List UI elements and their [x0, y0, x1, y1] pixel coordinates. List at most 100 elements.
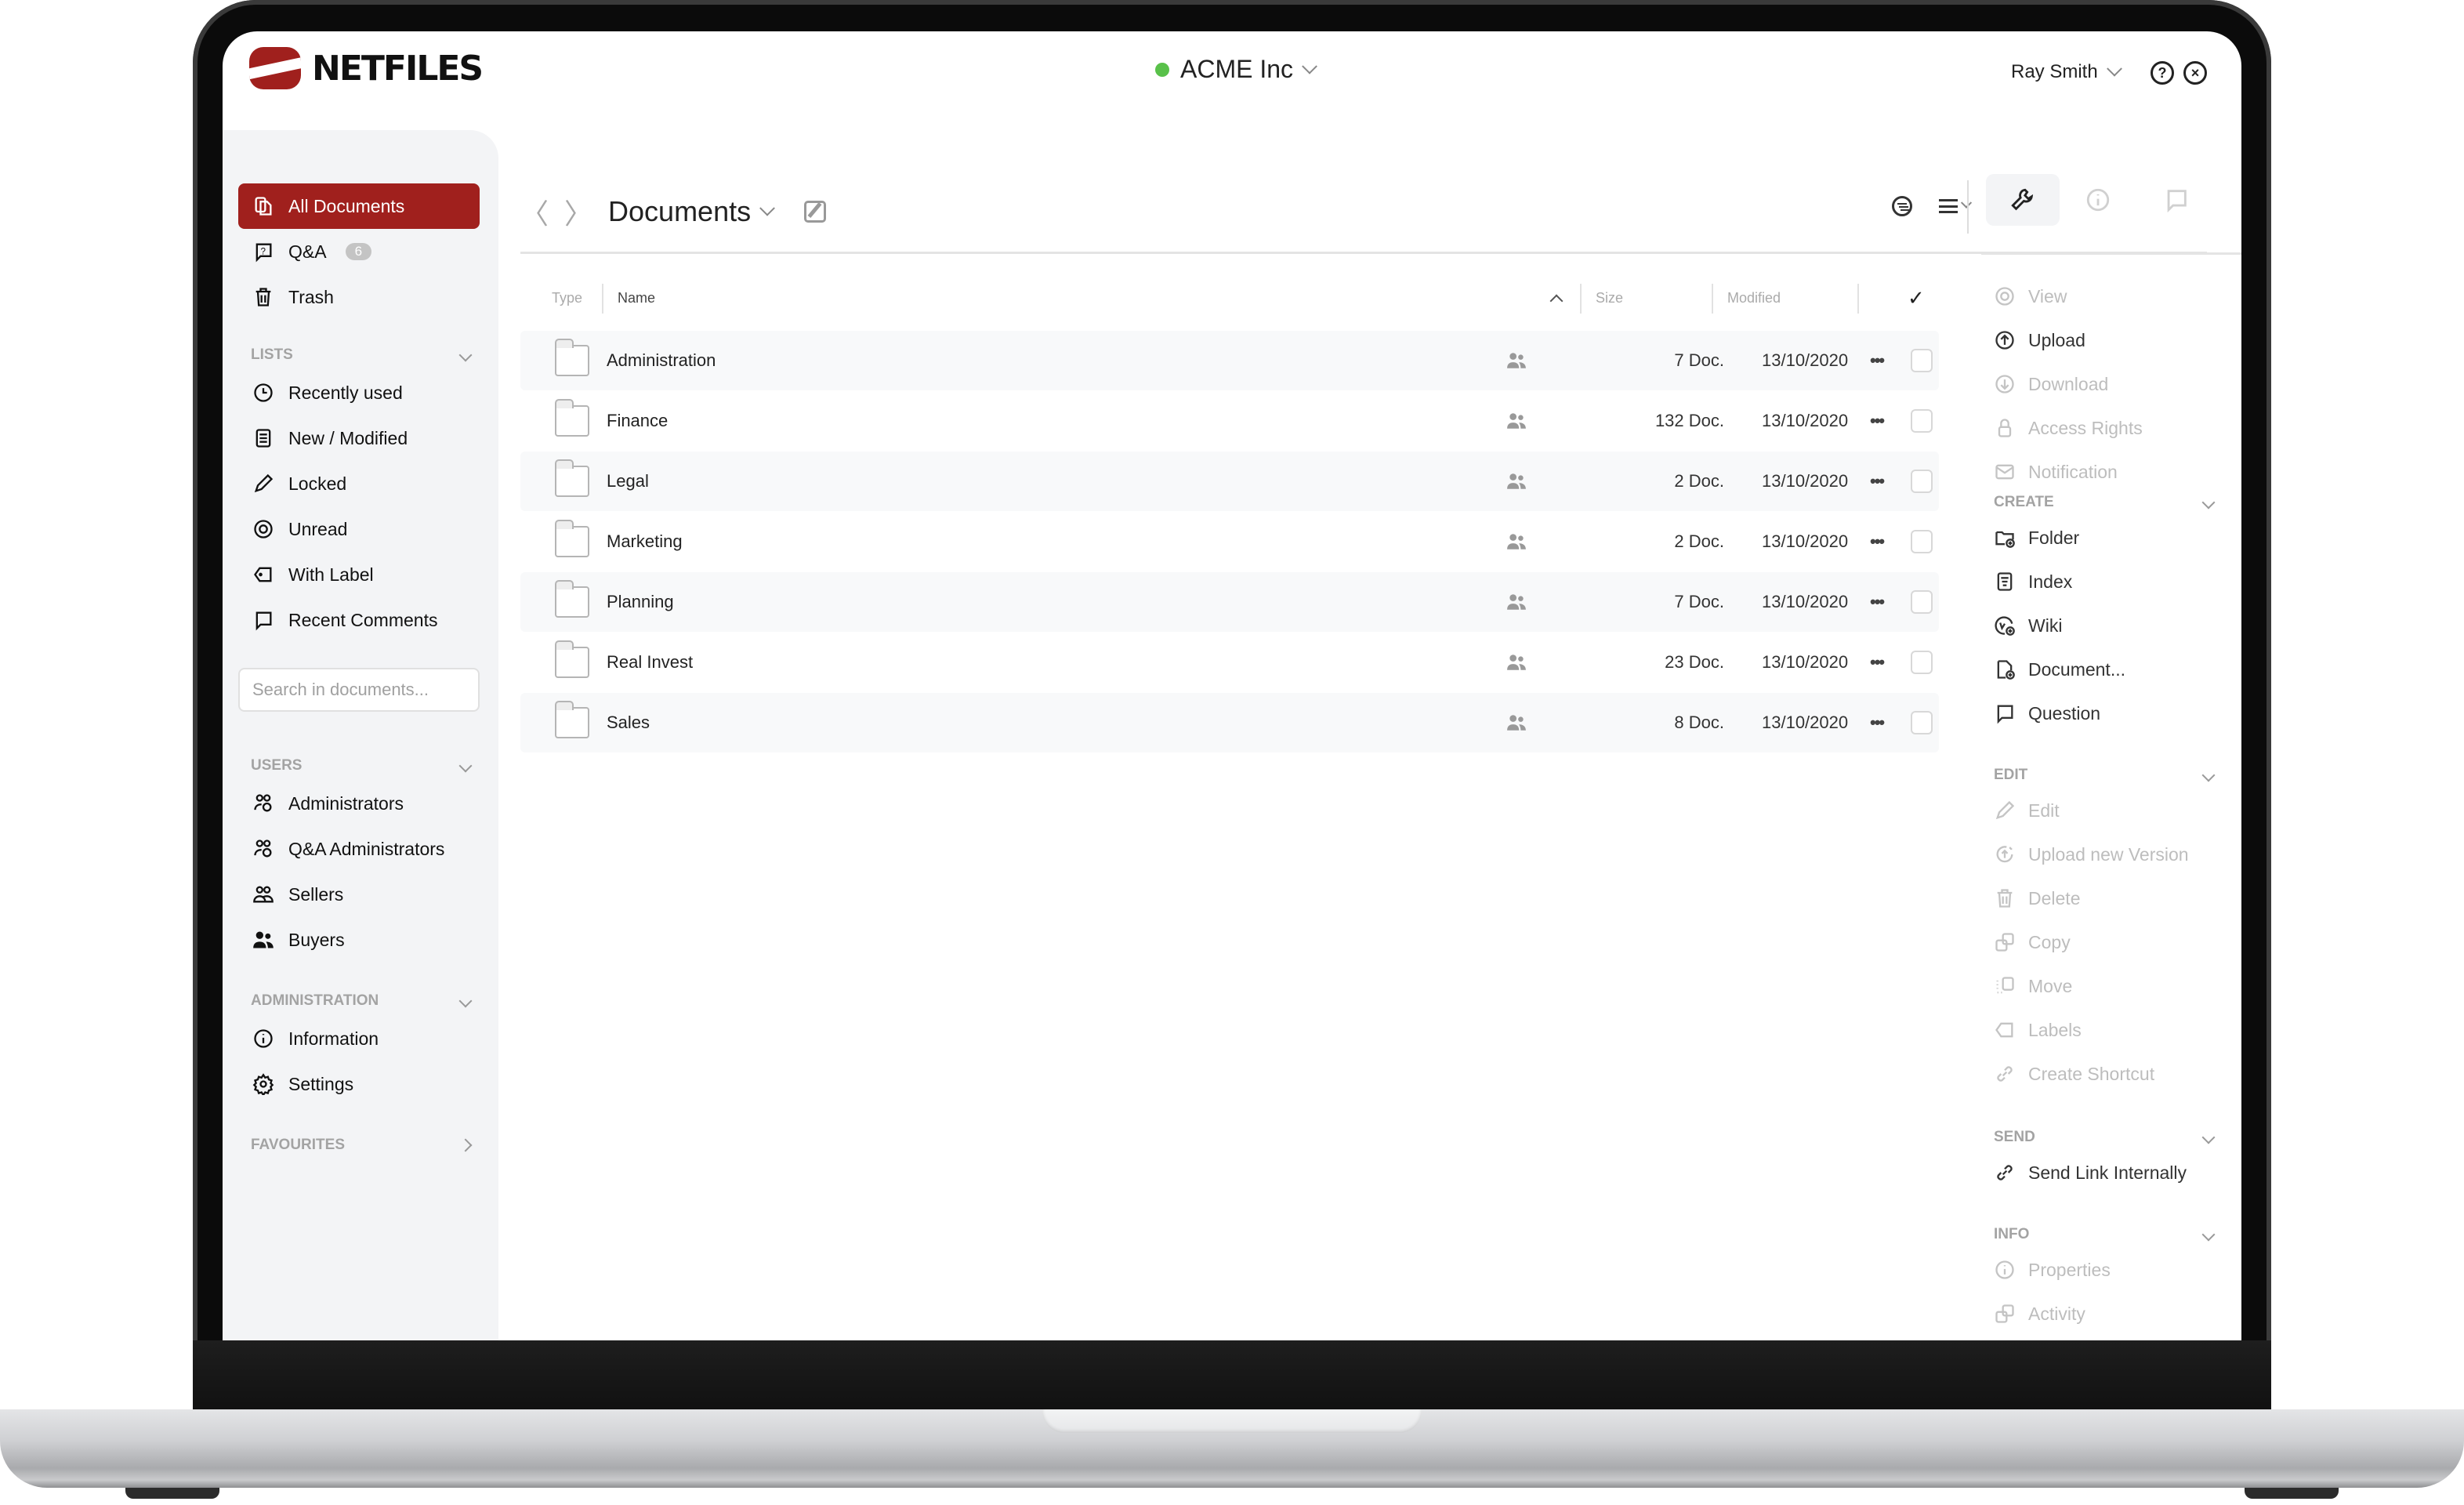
- action-activity[interactable]: Activity: [1994, 1298, 2085, 1329]
- action-edit[interactable]: Edit: [1994, 795, 2060, 826]
- action-wiki[interactable]: Wiki: [1994, 610, 2062, 641]
- action-labels[interactable]: Labels: [1994, 1014, 2082, 1046]
- action-document[interactable]: Document...: [1994, 654, 2125, 685]
- table-row[interactable]: Planning 7 Doc. 13/10/2020 •••: [520, 572, 1939, 632]
- tab-tools[interactable]: [1986, 174, 2060, 226]
- action-upload[interactable]: Upload: [1994, 325, 2085, 356]
- action-send-link-internally[interactable]: Send Link Internally: [1994, 1157, 2187, 1188]
- sidebar-item-qa[interactable]: ? Q&A 6: [238, 229, 480, 274]
- action-create-shortcut[interactable]: Create Shortcut: [1994, 1058, 2154, 1090]
- row-checkbox[interactable]: [1911, 711, 1933, 734]
- sidebar-item-unread[interactable]: Unread: [238, 506, 480, 552]
- sidebar-item-information[interactable]: Information: [238, 1016, 480, 1061]
- action-move[interactable]: Move: [1994, 970, 2072, 1002]
- section-header-administration[interactable]: ADMINISTRATION: [251, 992, 478, 1010]
- row-checkbox[interactable]: [1911, 530, 1933, 553]
- section-header-lists[interactable]: LISTS: [251, 346, 478, 364]
- column-header-name[interactable]: Name: [618, 282, 655, 314]
- sidebar-item-recently-used[interactable]: Recently used: [238, 370, 480, 415]
- help-circle-icon[interactable]: ?: [2151, 61, 2174, 85]
- folder-name[interactable]: Administration: [607, 350, 716, 371]
- sidebar-item-settings[interactable]: Settings: [238, 1061, 480, 1107]
- filter-icon[interactable]: [1892, 196, 1912, 216]
- shared-users-icon[interactable]: [1505, 652, 1528, 673]
- section-header-create[interactable]: CREATE: [1994, 494, 2221, 511]
- column-header-modified[interactable]: Modified: [1727, 282, 1781, 314]
- shared-users-icon[interactable]: [1505, 592, 1528, 612]
- table-row[interactable]: Marketing 2 Doc. 13/10/2020 •••: [520, 512, 1939, 571]
- forward-arrow-icon[interactable]: 〉: [564, 191, 592, 232]
- sort-ascending-icon[interactable]: [1549, 282, 1564, 314]
- sidebar-item-new-modified[interactable]: New / Modified: [238, 415, 480, 461]
- shared-users-icon[interactable]: [1505, 531, 1528, 552]
- folder-name[interactable]: Marketing: [607, 531, 683, 552]
- table-row[interactable]: Administration 7 Doc. 13/10/2020 •••: [520, 331, 1939, 390]
- more-options-icon[interactable]: •••: [1870, 531, 1885, 552]
- search-input[interactable]: [238, 668, 480, 712]
- sidebar-item-recent-comments[interactable]: Recent Comments: [238, 597, 480, 643]
- action-index[interactable]: Index: [1994, 566, 2072, 597]
- sidebar-item-trash[interactable]: Trash: [238, 274, 480, 320]
- action-question[interactable]: Question: [1994, 698, 2100, 729]
- action-upload-new-version[interactable]: Upload new Version: [1994, 839, 2189, 870]
- more-options-icon[interactable]: •••: [1870, 471, 1885, 491]
- sidebar-item-all-documents[interactable]: All Documents: [238, 183, 480, 229]
- section-header-favourites[interactable]: FAVOURITES: [251, 1137, 478, 1154]
- action-access-rights[interactable]: Access Rights: [1994, 412, 2143, 444]
- more-options-icon[interactable]: •••: [1870, 350, 1885, 371]
- folder-name[interactable]: Legal: [607, 471, 649, 491]
- column-header-size[interactable]: Size: [1596, 282, 1623, 314]
- table-row[interactable]: Sales 8 Doc. 13/10/2020 •••: [520, 693, 1939, 752]
- folder-name[interactable]: Finance: [607, 411, 668, 431]
- tab-info[interactable]: [2061, 174, 2135, 226]
- user-menu[interactable]: Ray Smith: [2011, 60, 2122, 83]
- table-row[interactable]: Finance 132 Doc. 13/10/2020 •••: [520, 391, 1939, 451]
- action-notification[interactable]: Notification: [1994, 456, 2118, 488]
- section-header-info[interactable]: INFO: [1994, 1226, 2221, 1243]
- sidebar-item-with-label[interactable]: With Label: [238, 552, 480, 597]
- sidebar-item-sellers[interactable]: Sellers: [238, 872, 480, 917]
- row-checkbox[interactable]: [1911, 470, 1933, 493]
- sidebar-item-qa-administrators[interactable]: Q&A Administrators: [238, 826, 480, 872]
- row-checkbox[interactable]: [1911, 349, 1933, 372]
- section-header-users[interactable]: USERS: [251, 757, 478, 774]
- sidebar-item-label: Recently used: [288, 382, 403, 403]
- table-row[interactable]: Legal 2 Doc. 13/10/2020 •••: [520, 452, 1939, 511]
- organization-selector[interactable]: ACME Inc: [1155, 55, 1317, 84]
- section-header-edit[interactable]: EDIT: [1994, 767, 2221, 784]
- shared-users-icon[interactable]: [1505, 411, 1528, 431]
- table-row[interactable]: Real Invest 23 Doc. 13/10/2020 •••: [520, 633, 1939, 692]
- shared-users-icon[interactable]: [1505, 350, 1528, 371]
- close-circle-icon[interactable]: ×: [2183, 61, 2207, 85]
- row-checkbox[interactable]: [1911, 651, 1933, 674]
- sidebar-item-locked[interactable]: Locked: [238, 461, 480, 506]
- edit-icon[interactable]: [804, 201, 827, 223]
- logo[interactable]: NETFILES: [249, 47, 484, 89]
- column-header-type[interactable]: Type: [552, 282, 582, 314]
- more-options-icon[interactable]: •••: [1870, 713, 1885, 733]
- row-checkbox[interactable]: [1911, 409, 1933, 433]
- folder-name[interactable]: Sales: [607, 713, 650, 733]
- action-folder[interactable]: Folder: [1994, 522, 2079, 553]
- shared-users-icon[interactable]: [1505, 713, 1528, 733]
- row-checkbox[interactable]: [1911, 590, 1933, 614]
- select-all-checkmark-icon[interactable]: ✓: [1908, 282, 1925, 314]
- sidebar-item-buyers[interactable]: Buyers: [238, 917, 480, 963]
- sidebar-item-administrators[interactable]: Administrators: [238, 781, 480, 826]
- action-download[interactable]: Download: [1994, 368, 2108, 400]
- action-delete[interactable]: Delete: [1994, 883, 2080, 914]
- more-options-icon[interactable]: •••: [1870, 652, 1885, 673]
- view-mode-toggle[interactable]: [1939, 197, 1973, 213]
- back-arrow-icon[interactable]: 〈: [520, 191, 549, 232]
- action-properties[interactable]: Properties: [1994, 1254, 2111, 1286]
- action-copy[interactable]: Copy: [1994, 927, 2071, 958]
- more-options-icon[interactable]: •••: [1870, 592, 1885, 612]
- folder-title-dropdown[interactable]: Documents: [608, 195, 776, 228]
- more-options-icon[interactable]: •••: [1870, 411, 1885, 431]
- folder-name[interactable]: Real Invest: [607, 652, 693, 673]
- folder-name[interactable]: Planning: [607, 592, 674, 612]
- shared-users-icon[interactable]: [1505, 471, 1528, 491]
- action-view[interactable]: View: [1994, 281, 2067, 312]
- tab-comments[interactable]: [2140, 174, 2213, 226]
- section-header-send[interactable]: SEND: [1994, 1129, 2221, 1146]
